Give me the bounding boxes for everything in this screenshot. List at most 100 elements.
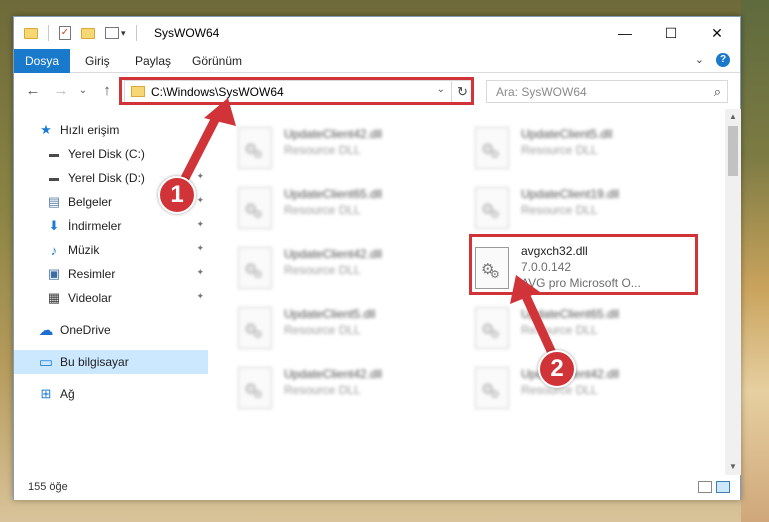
pin-icon: ✦ [196,171,204,181]
scroll-up-icon[interactable]: ▲ [725,109,741,125]
list-item[interactable]: ⚙ ⚙ UpdateClient5.dll Resource DLL [214,301,434,353]
large-icons-view-icon[interactable] [716,481,730,493]
recent-locations-button[interactable]: ⌄ [74,85,92,96]
dll-file-icon: ⚙ ⚙ [475,307,509,349]
sidebar-item-label: Ağ [60,387,75,401]
sidebar-item-label: Belgeler [68,195,113,209]
pin-icon: ✦ [196,267,204,277]
sidebar-item-videos[interactable]: ▦ Videolar ✦ [14,286,208,310]
minimize-button[interactable]: — [602,17,648,49]
title-bar: ✓ ▾ SysWOW64 — ☐ ✕ [14,17,740,49]
maximize-button[interactable]: ☐ [648,17,694,49]
list-item[interactable]: ⚙⚙ UpdateClient42.dll Resource DLL [214,121,434,173]
tab-view[interactable]: Görünüm [181,49,253,73]
up-button[interactable]: ↑ [98,82,116,99]
file-type: Resource DLL [284,383,361,397]
search-input[interactable]: Ara: SysWOW64 ⌕ [486,80,728,103]
sidebar-item-label: Yerel Disk (C:) [68,147,145,161]
new-folder-icon[interactable] [81,27,95,39]
list-item[interactable]: ⚙ ⚙ UpdateClient5.dll Resource DLL [451,121,671,173]
ribbon-controls: ⌄ ? [695,53,730,67]
dll-file-icon: ⚙ ⚙ [475,367,509,409]
status-bar: 155 öğe [14,476,740,500]
dll-file-icon: ⚙ ⚙ [475,127,509,169]
navigation-pane: ★ Hızlı erişim ▬ Yerel Disk (C:) ✦ ▬ Yer… [14,109,208,475]
item-count: 155 öğe [28,481,68,493]
close-button[interactable]: ✕ [694,17,740,49]
desktop-background [741,0,769,522]
window-title: SysWOW64 [154,26,220,40]
document-icon: ▤ [47,194,61,209]
customize-toolbar-icon[interactable] [105,27,119,39]
computer-icon: ▭ [38,354,54,371]
network-icon: ⊞ [40,386,52,401]
sidebar-item-label: Videolar [68,291,112,305]
file-type: Resource DLL [284,263,361,277]
pin-icon: ✦ [196,291,204,301]
list-item[interactable]: ⚙ ⚙ UpdateClient19.dll Resource DLL [451,181,671,233]
forward-button[interactable]: → [52,82,70,99]
sidebar-item-quick-access[interactable]: ★ Hızlı erişim [14,118,208,142]
pictures-icon: ▣ [47,266,61,281]
expand-ribbon-icon[interactable]: ⌄ [695,53,704,67]
sidebar-item-pictures[interactable]: ▣ Resimler ✦ [14,262,208,286]
pin-icon: ✦ [196,147,204,157]
file-name: UpdateClient5.dll [284,307,376,321]
tab-file[interactable]: Dosya [14,49,70,73]
music-icon: ♪ [50,242,58,258]
list-item[interactable]: ⚙ ⚙ UpdateClient65.dll Resource DLL [214,181,434,233]
ribbon-tabs: Dosya Giriş Paylaş Görünüm ⌄ ? [14,49,740,73]
sidebar-item-network[interactable]: ⊞ Ağ [14,382,208,406]
file-name: UpdateClient65.dll [284,187,383,201]
file-highlight-box [469,234,698,295]
divider [48,25,49,41]
video-icon: ▦ [47,290,61,305]
dll-file-icon: ⚙ ⚙ [238,247,272,289]
dll-file-icon: ⚙ ⚙ [238,127,272,169]
dll-file-icon: ⚙ ⚙ [238,307,272,349]
file-type: Resource DLL [521,323,598,337]
sidebar-item-label: Müzik [68,243,100,257]
file-name: UpdateClient42.dll [284,367,383,381]
toolbar-dropdown-icon[interactable]: ▾ [121,28,126,39]
scroll-down-icon[interactable]: ▼ [725,459,741,475]
vertical-scrollbar[interactable]: ▲ ▼ [725,109,741,475]
sidebar-item-downloads[interactable]: ⬇ İndirmeler ✦ [14,214,208,238]
dll-file-icon: ⚙ ⚙ [238,367,272,409]
sidebar-item-label: Hızlı erişim [60,123,120,137]
sidebar-item-label: Resimler [68,267,116,281]
sidebar-item-label: İndirmeler [68,219,122,233]
quick-access-toolbar: ✓ ▾ [24,25,137,41]
step-2-badge: 2 [538,350,576,388]
file-type: Resource DLL [284,143,361,157]
properties-check-icon[interactable]: ✓ [59,26,71,40]
back-button[interactable]: ← [24,82,42,99]
file-name: UpdateClient5.dll [521,127,613,141]
cloud-icon: ☁ [38,322,54,339]
sidebar-item-onedrive[interactable]: ☁ OneDrive [14,318,208,342]
search-icon[interactable]: ⌕ [714,84,721,100]
pin-icon: ✦ [196,195,204,205]
list-item[interactable]: ⚙⚙ UpdateClient42.dll Resource DLL [214,361,434,413]
help-icon[interactable]: ? [716,53,730,67]
sidebar-item-label: Yerel Disk (D:) [68,171,145,185]
search-placeholder: Ara: SysWOW64 [496,85,587,99]
scrollbar-thumb[interactable] [728,126,738,176]
sidebar-item-this-pc[interactable]: ▭ Bu bilgisayar [14,350,208,374]
step-1-badge: 1 [158,176,196,214]
file-type: Resource DLL [521,203,598,217]
drive-icon: ▬ [49,148,59,160]
details-view-icon[interactable] [698,481,712,493]
file-name: UpdateClient42.dll [284,127,383,141]
tab-share[interactable]: Paylaş [124,49,182,73]
list-item[interactable]: ⚙⚙ UpdateClient42.dll Resource DLL [214,241,434,293]
tab-home[interactable]: Giriş [74,49,121,73]
sidebar-item-local-disk-c[interactable]: ▬ Yerel Disk (C:) ✦ [14,142,208,166]
divider [135,25,137,41]
dll-file-icon: ⚙ ⚙ [475,187,509,229]
list-item[interactable]: ⚙ ⚙ UpdateClient65.dll Resource DLL [451,301,671,353]
sidebar-item-music[interactable]: ♪ Müzik ✦ [14,238,208,262]
file-type: Resource DLL [521,143,598,157]
file-type: Resource DLL [284,203,361,217]
dll-file-icon: ⚙ ⚙ [238,187,272,229]
